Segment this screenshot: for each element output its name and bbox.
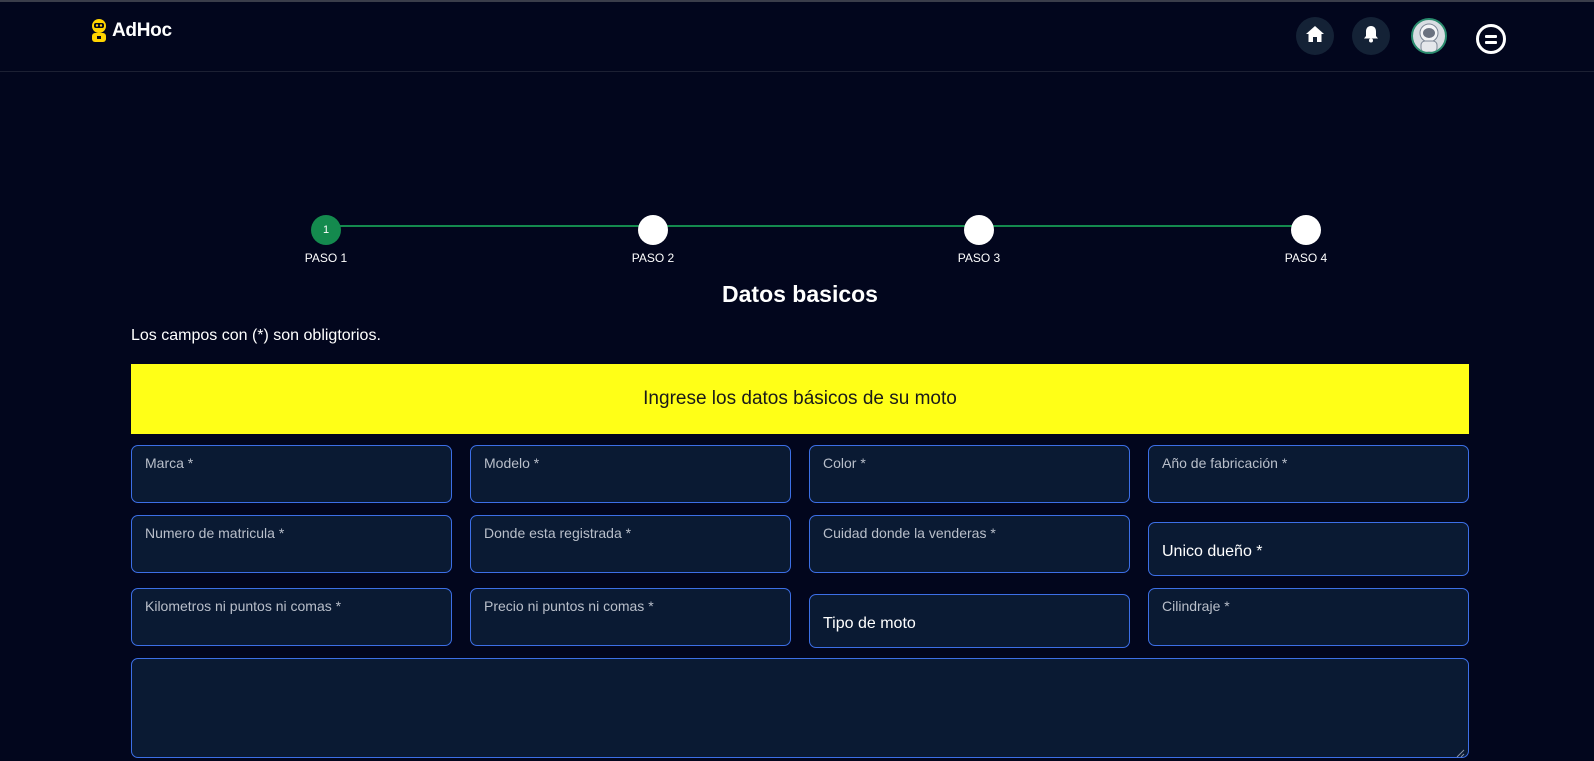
bike-type-select[interactable]: Tipo de moto bbox=[809, 594, 1130, 648]
kilometers-field[interactable]: Kilometros ni puntos ni comas * bbox=[131, 588, 452, 646]
step-1[interactable]: 1 PASO 1 bbox=[286, 215, 366, 265]
step-4-label: PASO 4 bbox=[1284, 251, 1328, 265]
notifications-button[interactable] bbox=[1352, 17, 1390, 55]
brand-name: AdHoc bbox=[112, 20, 172, 41]
required-fields-note: Los campos con (*) son obligtorios. bbox=[131, 327, 381, 344]
stepper-progress-line bbox=[326, 225, 1306, 227]
info-banner: Ingrese los datos básicos de su moto bbox=[131, 364, 1469, 434]
step-2[interactable]: PASO 2 bbox=[613, 215, 693, 265]
price-field[interactable]: Precio ni puntos ni comas * bbox=[470, 588, 791, 646]
menu-button[interactable] bbox=[1476, 24, 1506, 54]
brand-field-label: Marca * bbox=[145, 455, 194, 471]
kilometers-field-label: Kilometros ni puntos ni comas * bbox=[145, 598, 342, 614]
home-button[interactable] bbox=[1296, 17, 1334, 55]
description-textarea[interactable] bbox=[131, 658, 1469, 758]
displacement-field[interactable]: Cilindraje * bbox=[1148, 588, 1469, 646]
sale-city-field[interactable]: Cuidad donde la venderas * bbox=[809, 515, 1130, 573]
model-field-label: Modelo * bbox=[484, 455, 540, 471]
single-owner-select[interactable]: Unico dueño * bbox=[1148, 522, 1469, 576]
step-3-dot bbox=[964, 215, 994, 245]
step-1-dot: 1 bbox=[311, 215, 341, 245]
year-field-label: Año de fabricación * bbox=[1162, 455, 1288, 471]
brand-logo[interactable]: AdHoc bbox=[89, 18, 172, 44]
avatar[interactable] bbox=[1411, 18, 1447, 54]
year-field[interactable]: Año de fabricación * bbox=[1148, 445, 1469, 503]
sale-city-field-label: Cuidad donde la venderas * bbox=[823, 525, 996, 541]
color-field[interactable]: Color * bbox=[809, 445, 1130, 503]
step-2-label: PASO 2 bbox=[631, 251, 675, 265]
home-icon bbox=[1305, 25, 1325, 48]
step-3-label: PASO 3 bbox=[957, 251, 1001, 265]
step-4[interactable]: PASO 4 bbox=[1266, 215, 1346, 265]
registration-place-field[interactable]: Donde esta registrada * bbox=[470, 515, 791, 573]
step-3[interactable]: PASO 3 bbox=[939, 215, 1019, 265]
color-field-label: Color * bbox=[823, 455, 866, 471]
step-1-label: PASO 1 bbox=[304, 251, 348, 265]
astronaut-avatar-icon bbox=[1419, 23, 1439, 52]
plate-number-field[interactable]: Numero de matricula * bbox=[131, 515, 452, 573]
top-navbar: AdHoc bbox=[0, 2, 1594, 72]
bike-type-select-label: Tipo de moto bbox=[823, 615, 916, 632]
displacement-field-label: Cilindraje * bbox=[1162, 598, 1230, 614]
brand-field[interactable]: Marca * bbox=[131, 445, 452, 503]
resize-grip-icon[interactable] bbox=[1456, 745, 1465, 758]
registration-place-field-label: Donde esta registrada * bbox=[484, 525, 632, 541]
section-title: Datos basicos bbox=[722, 281, 878, 307]
plate-number-field-label: Numero de matricula * bbox=[145, 525, 285, 541]
price-field-label: Precio ni puntos ni comas * bbox=[484, 598, 654, 614]
step-4-dot bbox=[1291, 215, 1321, 245]
menu-icon bbox=[1485, 34, 1497, 38]
step-2-dot bbox=[638, 215, 668, 245]
robot-logo-icon bbox=[89, 18, 109, 44]
single-owner-select-label: Unico dueño * bbox=[1162, 543, 1263, 560]
bell-icon bbox=[1363, 25, 1379, 48]
model-field[interactable]: Modelo * bbox=[470, 445, 791, 503]
